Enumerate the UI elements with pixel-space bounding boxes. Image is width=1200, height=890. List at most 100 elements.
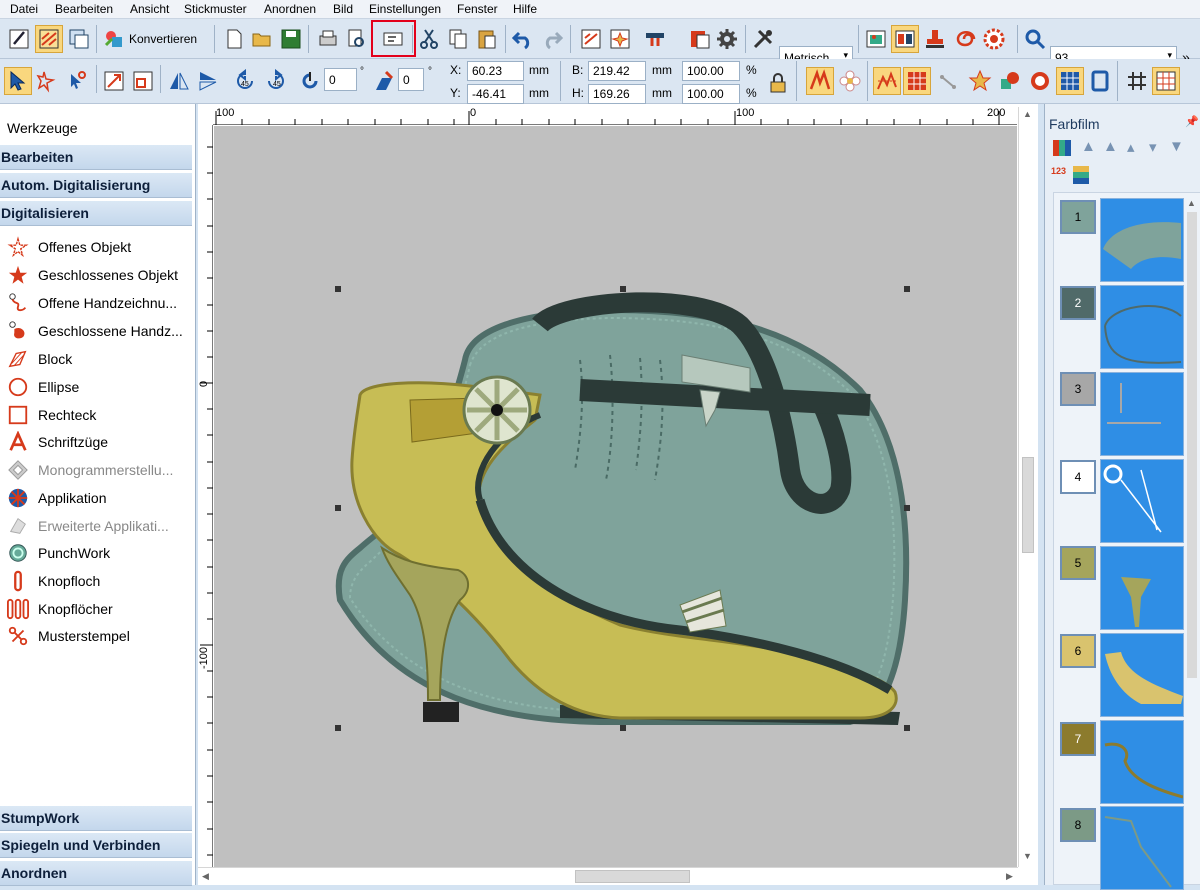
hoop-icon[interactable] (641, 25, 669, 53)
color-swatch[interactable]: 1 (1060, 200, 1096, 234)
color-swatch[interactable]: 3 (1060, 372, 1096, 406)
x-input[interactable]: 60.23 (467, 61, 524, 81)
tool-pattern-stamp[interactable]: Musterstempel (6, 624, 130, 648)
color-swatch[interactable]: 7 (1060, 722, 1096, 756)
width-percent-input[interactable]: 100.00 (682, 61, 740, 81)
edit-mode-icon[interactable] (5, 25, 33, 53)
tool-open-object[interactable]: Offenes Objekt (6, 235, 131, 259)
tool-punchwork[interactable]: PunchWork (6, 541, 110, 565)
scale-icon[interactable] (100, 67, 128, 95)
color-swatch-selected[interactable]: 4 (1060, 460, 1096, 494)
scroll-up-icon[interactable]: ▲ (1187, 198, 1196, 208)
grid-icon[interactable] (1123, 67, 1151, 95)
menu-bearbeiten[interactable]: Bearbeiten (55, 2, 113, 16)
design-canvas[interactable] (214, 126, 1017, 867)
color-swatch[interactable]: 8 (1060, 808, 1096, 842)
lock-proportions-icon[interactable] (766, 69, 790, 97)
shapes-icon[interactable] (996, 67, 1024, 95)
grid-fill-icon[interactable] (903, 67, 931, 95)
scroll-up-icon[interactable]: ▲ (1023, 109, 1032, 119)
color-film-scrollbar[interactable]: ▲ (1185, 198, 1199, 878)
mirror-vertical-icon[interactable] (165, 67, 193, 95)
settings-gear-icon[interactable] (713, 25, 741, 53)
move-top-icon[interactable]: ▲ (1081, 138, 1096, 155)
scroll-right-icon[interactable]: ▶ (1006, 871, 1013, 882)
color-thumbnail[interactable] (1100, 285, 1184, 369)
color-swatch[interactable]: 2 (1060, 286, 1096, 320)
print-preview-icon[interactable] (342, 25, 370, 53)
tools-icon[interactable] (749, 25, 777, 53)
applique-circle-icon[interactable] (1026, 67, 1054, 95)
scroll-down-icon[interactable]: ▼ (1023, 851, 1032, 861)
convert-icon[interactable] (100, 25, 128, 53)
menu-anordnen[interactable]: Anordnen (264, 2, 316, 16)
mirror-horizontal-icon[interactable] (194, 67, 222, 95)
color-thumbnail[interactable] (1100, 806, 1184, 890)
menu-einstellungen[interactable]: Einstellungen (369, 2, 441, 16)
height-input[interactable]: 169.26 (588, 84, 646, 104)
color-swatch[interactable]: 5 (1060, 546, 1096, 580)
color-sort-icon[interactable] (1073, 166, 1089, 184)
tool-monogram[interactable]: Monogrammerstellu... (6, 458, 173, 482)
resize-icon[interactable] (129, 67, 157, 95)
import-embroidery-icon[interactable] (577, 25, 605, 53)
tool-ellipse[interactable]: Ellipse (6, 375, 79, 399)
overview-icon[interactable] (65, 25, 93, 53)
select-arrow-icon[interactable] (4, 67, 32, 95)
cut-icon[interactable] (415, 25, 443, 53)
menu-stickmuster[interactable]: Stickmuster (184, 2, 247, 16)
color-palette-icon[interactable] (1053, 140, 1071, 156)
color-film-scroll-thumb[interactable] (1187, 212, 1197, 678)
ruler-grid-icon[interactable] (1152, 67, 1180, 95)
embroidery-design[interactable] (214, 126, 1017, 867)
category-digitalisieren[interactable]: Digitalisieren (0, 200, 192, 226)
width-input[interactable]: 219.42 (588, 61, 646, 81)
menu-bild[interactable]: Bild (333, 2, 353, 16)
y-input[interactable]: -46.41 (467, 84, 524, 104)
stamp-icon[interactable] (921, 25, 949, 53)
print-icon[interactable] (314, 25, 342, 53)
new-file-icon[interactable] (220, 25, 248, 53)
import-picture-icon[interactable] (606, 25, 634, 53)
background-icon[interactable] (862, 25, 890, 53)
color-thumbnail[interactable] (1100, 720, 1184, 804)
color-thumbnail[interactable] (1100, 546, 1184, 630)
frame-icon[interactable] (1086, 67, 1114, 95)
menu-fenster[interactable]: Fenster (457, 2, 498, 16)
save-icon[interactable] (277, 25, 305, 53)
menu-datei[interactable]: Datei (10, 2, 38, 16)
tool-buttonholes[interactable]: Knopflöcher (6, 597, 113, 621)
convert-label[interactable]: Konvertieren (129, 32, 197, 46)
category-anordnen[interactable]: Anordnen (0, 860, 192, 886)
horizontal-scroll-thumb[interactable] (575, 870, 690, 883)
stitch-view-icon[interactable] (35, 25, 63, 53)
category-mirror-merge[interactable]: Spiegeln und Verbinden (0, 832, 192, 858)
copy-icon[interactable] (444, 25, 472, 53)
paste-icon[interactable] (473, 25, 501, 53)
tool-open-freehand[interactable]: Offene Handzeichnu... (6, 291, 177, 315)
scroll-left-icon[interactable]: ◀ (202, 871, 209, 882)
move-up-icon[interactable]: ▲ (1103, 138, 1118, 155)
color-sequence-icon[interactable] (686, 25, 714, 53)
vertical-scrollbar[interactable]: ▲ ▼ (1018, 107, 1037, 867)
category-auto-digitize[interactable]: Autom. Digitalisierung (0, 172, 192, 198)
move-down-step-icon[interactable]: ▾ (1149, 138, 1157, 156)
slant-input[interactable]: 0 (398, 68, 424, 91)
horizontal-scrollbar[interactable]: ◀ ▶ (198, 867, 1018, 885)
realistic-view-icon[interactable] (891, 25, 919, 53)
connector-icon[interactable] (934, 67, 962, 95)
tool-lettering[interactable]: Schriftzüge (6, 430, 108, 454)
open-folder-icon[interactable] (248, 25, 276, 53)
slant-icon[interactable] (370, 67, 398, 95)
tool-buttonhole[interactable]: Knopfloch (6, 569, 100, 593)
star-fill-icon[interactable] (966, 67, 994, 95)
grid-blue-icon[interactable] (1056, 67, 1084, 95)
color-thumbnail[interactable] (1100, 633, 1184, 717)
undo-icon[interactable] (509, 25, 537, 53)
color-thumbnail-selected[interactable] (1100, 459, 1184, 543)
rotate-right-45-icon[interactable]: 45 (262, 67, 290, 95)
flower-icon[interactable] (836, 67, 864, 95)
redo-icon[interactable] (538, 25, 566, 53)
category-bearbeiten[interactable]: Bearbeiten (0, 144, 192, 170)
color-thumbnail[interactable] (1100, 198, 1184, 282)
